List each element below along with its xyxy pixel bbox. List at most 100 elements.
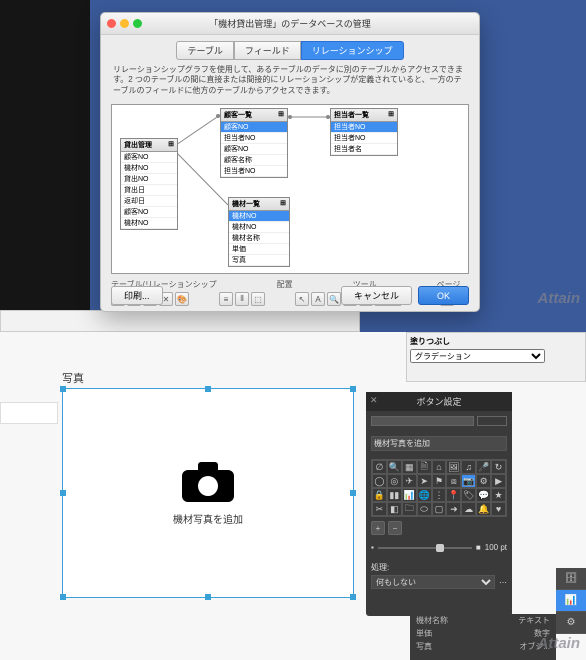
- cloud-icon[interactable]: ☁: [461, 502, 476, 516]
- button-name-input[interactable]: [371, 436, 507, 451]
- dots-icon[interactable]: ⋮: [432, 488, 447, 502]
- heart-icon[interactable]: ♥: [491, 502, 506, 516]
- panel-title: ボタン設定: [416, 397, 461, 407]
- flag-icon[interactable]: ⚑: [432, 474, 447, 488]
- slider-value: 100 pt: [485, 543, 507, 552]
- inspector-tabs: 🗄 📊 ⚙: [556, 568, 586, 634]
- icon-picker[interactable]: ∅🔍▦🗎⌂🖼♫🎤↻ ◯◎✈➤⚑⧈📷⚙▶ 🔒▮▮📊🌐⋮📍🏷💬★ ✂◧🗀⬭▢➜☁🔔♥: [371, 459, 507, 517]
- watermark: Attain: [538, 635, 581, 652]
- camera-icon[interactable]: 📷: [461, 474, 476, 488]
- target-icon[interactable]: ◎: [387, 474, 402, 488]
- document-icon[interactable]: 🗎: [417, 460, 432, 474]
- table-title: 顧客一覧: [224, 110, 252, 120]
- lock-icon[interactable]: 🔒: [372, 488, 387, 502]
- reload-icon[interactable]: ↻: [491, 460, 506, 474]
- table-title: 機材一覧: [232, 199, 260, 209]
- photo-field-label: 写真: [62, 370, 84, 386]
- field-row[interactable]: 顧客NO: [121, 207, 177, 218]
- circle-icon[interactable]: ◯: [372, 474, 387, 488]
- print-button[interactable]: 印刷...: [111, 286, 163, 305]
- pin-icon[interactable]: 📍: [446, 488, 461, 502]
- remove-icon-button[interactable]: −: [388, 521, 402, 535]
- field-row[interactable]: 担当者NO: [331, 122, 397, 133]
- tab-settings-icon[interactable]: ⚙: [556, 612, 586, 634]
- action-options-icon[interactable]: ⋯: [499, 578, 507, 587]
- table-box-customers[interactable]: 顧客一覧⊞ 顧客NO 担当者NO 顧客NO 顧客名称 担当者NO: [220, 108, 288, 178]
- field-row[interactable]: 貸出日: [121, 185, 177, 196]
- add-icon-button[interactable]: +: [371, 521, 385, 535]
- photo-button-object[interactable]: 機材写真を追加: [62, 388, 354, 598]
- field-row[interactable]: 顧客NO: [121, 152, 177, 163]
- camera-icon: [180, 460, 236, 504]
- dialog-title: 「機材貸出管理」のデータベースの管理: [101, 17, 479, 30]
- bell-icon[interactable]: 🔔: [476, 502, 491, 516]
- link-icon[interactable]: ⧈: [446, 474, 461, 488]
- close-icon[interactable]: ✕: [370, 395, 378, 406]
- tab-tables[interactable]: テーブル: [176, 41, 233, 60]
- field-row[interactable]: 返却日: [121, 196, 177, 207]
- prop-key: 単価: [416, 628, 432, 639]
- field-row[interactable]: 機材名称: [229, 233, 289, 244]
- field-placeholder[interactable]: [0, 402, 58, 424]
- table-box-staff[interactable]: 担当者一覧⊞ 担当者NO 担当者NO 担当者名: [330, 108, 398, 156]
- home-icon[interactable]: ⌂: [432, 460, 447, 474]
- field-row[interactable]: 機材NO: [229, 222, 289, 233]
- barcode-icon[interactable]: ▮▮: [387, 488, 402, 502]
- dialog-description: リレーションシップグラフを使用して、あるテーブルのデータに別のテーブルからアクセ…: [101, 60, 479, 101]
- tag-icon[interactable]: 🏷: [461, 488, 476, 502]
- chat-icon[interactable]: 💬: [476, 488, 491, 502]
- tab-database-icon[interactable]: 🗄: [556, 568, 586, 590]
- field-row[interactable]: 担当者名: [331, 144, 397, 155]
- tab-chart-icon[interactable]: 📊: [556, 590, 586, 612]
- search-icon[interactable]: 🔍: [387, 460, 402, 474]
- relationship-dialog: 「機材貸出管理」のデータベースの管理 テーブル フィールド リレーションシップ …: [100, 12, 480, 312]
- field-row[interactable]: 顧客NO: [221, 122, 287, 133]
- style-toggle[interactable]: [477, 416, 507, 426]
- box-icon[interactable]: ▢: [432, 502, 447, 516]
- gear-icon[interactable]: ⚙: [476, 474, 491, 488]
- cut-icon[interactable]: ✂: [372, 502, 387, 516]
- field-row[interactable]: 機材NO: [229, 211, 289, 222]
- cursor-icon[interactable]: ➤: [417, 474, 432, 488]
- video-icon[interactable]: ▶: [491, 474, 506, 488]
- table-box-lending[interactable]: 貸出管理⊞ 顧客NO 機材NO 貸出NO 貸出日 返却日 顧客NO 機材NO: [120, 138, 178, 230]
- ok-button[interactable]: OK: [418, 286, 469, 305]
- field-row[interactable]: 写真: [229, 255, 289, 266]
- field-row[interactable]: 機材NO: [121, 218, 177, 229]
- field-row[interactable]: 顧客NO: [221, 144, 287, 155]
- music-icon[interactable]: ♫: [461, 460, 476, 474]
- folder-icon[interactable]: 🗀: [402, 502, 417, 516]
- cube-icon[interactable]: ◧: [387, 502, 402, 516]
- field-row[interactable]: 担当者NO: [221, 166, 287, 177]
- table-title: 担当者一覧: [334, 110, 369, 120]
- field-row[interactable]: 担当者NO: [331, 133, 397, 144]
- titlebar[interactable]: 「機材貸出管理」のデータベースの管理: [101, 13, 479, 35]
- field-row[interactable]: 顧客名称: [221, 155, 287, 166]
- chart-icon[interactable]: 📊: [402, 488, 417, 502]
- field-row[interactable]: 単価: [229, 244, 289, 255]
- field-row[interactable]: 貸出NO: [121, 174, 177, 185]
- mic-icon[interactable]: 🎤: [476, 460, 491, 474]
- tab-fields[interactable]: フィールド: [234, 41, 301, 60]
- size-slider[interactable]: [378, 547, 472, 549]
- fill-type-select[interactable]: グラデーション: [410, 349, 545, 363]
- action-select[interactable]: 何もしない: [371, 575, 495, 589]
- watermark: Attain: [538, 290, 581, 307]
- none-icon[interactable]: ∅: [372, 460, 387, 474]
- tab-relationships[interactable]: リレーションシップ: [301, 41, 404, 60]
- table-box-equipment[interactable]: 機材一覧⊞ 機材NO 機材NO 機材名称 単価 写真: [228, 197, 290, 267]
- field-row[interactable]: 機材NO: [121, 163, 177, 174]
- field-row[interactable]: 担当者NO: [221, 133, 287, 144]
- arrow-icon[interactable]: ➜: [446, 502, 461, 516]
- relationship-graph[interactable]: 貸出管理⊞ 顧客NO 機材NO 貸出NO 貸出日 返却日 顧客NO 機材NO 顧…: [111, 104, 469, 274]
- grid-icon[interactable]: ▦: [402, 460, 417, 474]
- star-icon[interactable]: ★: [491, 488, 506, 502]
- image-icon[interactable]: 🖼: [446, 460, 461, 474]
- name-toggle[interactable]: [371, 416, 474, 426]
- cylinder-icon[interactable]: ⬭: [417, 502, 432, 516]
- fill-panel-title: 塗りつぶし: [410, 336, 582, 347]
- cancel-button[interactable]: キャンセル: [341, 286, 412, 305]
- globe-icon[interactable]: 🌐: [417, 488, 432, 502]
- fill-panel: 塗りつぶし グラデーション: [406, 332, 586, 382]
- send-icon[interactable]: ✈: [402, 474, 417, 488]
